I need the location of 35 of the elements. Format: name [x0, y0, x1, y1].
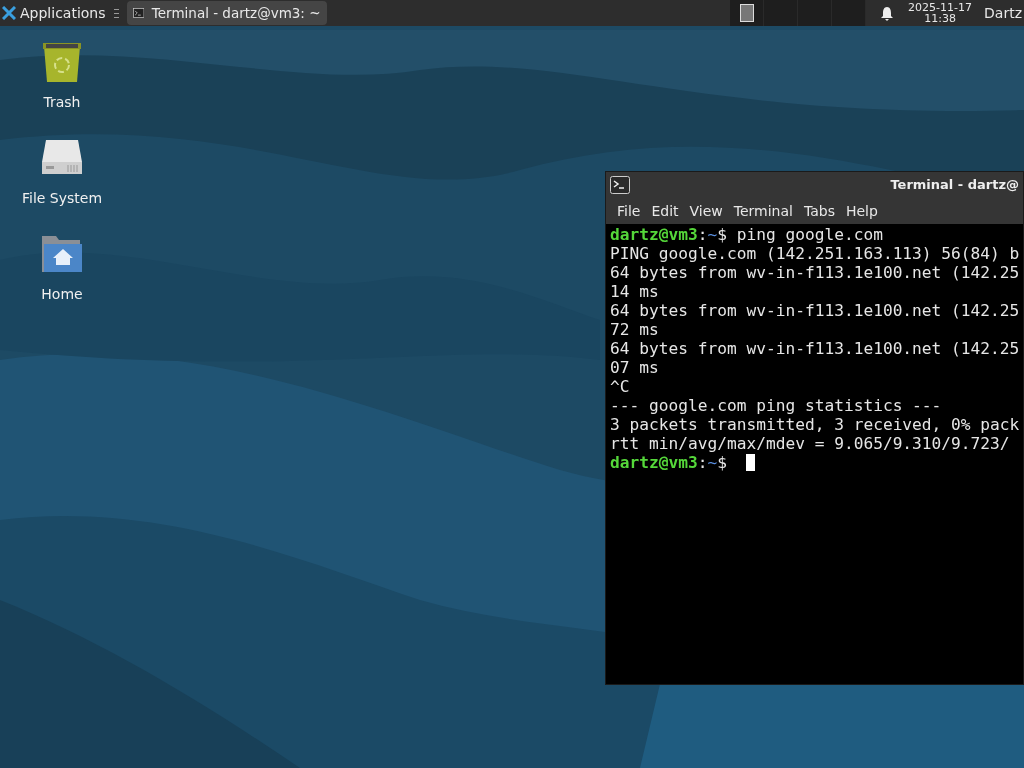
app-menu-icon — [2, 6, 16, 20]
menu-item[interactable]: Help — [840, 200, 883, 222]
clock[interactable]: 2025-11-17 11:38 — [908, 2, 973, 24]
prompt-line: dartz@vm3:~$ ping google.com — [610, 225, 883, 244]
terminal-icon — [132, 6, 144, 20]
output-line: 64 bytes from wv-in-f113.1e100.net (142.25 — [610, 301, 1020, 320]
menu-item[interactable]: Terminal — [728, 200, 798, 222]
output-line: 3 packets transmitted, 3 received, 0% pack — [610, 415, 1020, 434]
menu-item[interactable]: File — [612, 200, 646, 222]
applications-menu-button[interactable]: Applications — [0, 0, 114, 26]
icon-label[interactable]: Trash — [43, 94, 81, 110]
icon-label[interactable]: File System — [21, 190, 103, 206]
taskbar-button[interactable]: Terminal - dartz@vm3: ~ — [126, 1, 327, 25]
window-title: Terminal - dartz@ — [890, 176, 1019, 195]
output-line: 72 ms — [610, 320, 659, 339]
output-line: 07 ms — [610, 358, 659, 377]
icon-label[interactable]: Home — [41, 286, 83, 302]
output-line: ^C — [610, 377, 630, 396]
trash-icon[interactable] — [40, 40, 84, 84]
terminal-icon — [610, 176, 630, 194]
panel-handle-icon — [113, 8, 119, 18]
menu-item[interactable]: Edit — [646, 200, 684, 222]
prompt-line: dartz@vm3:~$ — [610, 453, 728, 472]
notification-bell-icon[interactable] — [880, 5, 895, 21]
output-line: 64 bytes from wv-in-f113.1e100.net (142.25 — [610, 339, 1020, 358]
clock-time: 11:38 — [924, 13, 956, 24]
user-menu-button[interactable]: Dartz — [984, 2, 1024, 24]
menu-item[interactable]: Tabs — [798, 200, 840, 222]
output-line: PING google.com (142.251.163.113) 56(84) b — [610, 244, 1020, 263]
menu-item[interactable]: View — [684, 200, 728, 222]
output-line: --- google.com ping statistics --- — [610, 396, 942, 415]
output-line: 14 ms — [610, 282, 659, 301]
output-line: 64 bytes from wv-in-f113.1e100.net (142.25 — [610, 263, 1020, 282]
output-line: rtt min/avg/max/mdev = 9.065/9.310/9.723/ — [610, 434, 1010, 453]
clock-date: 2025-11-17 — [908, 2, 973, 13]
